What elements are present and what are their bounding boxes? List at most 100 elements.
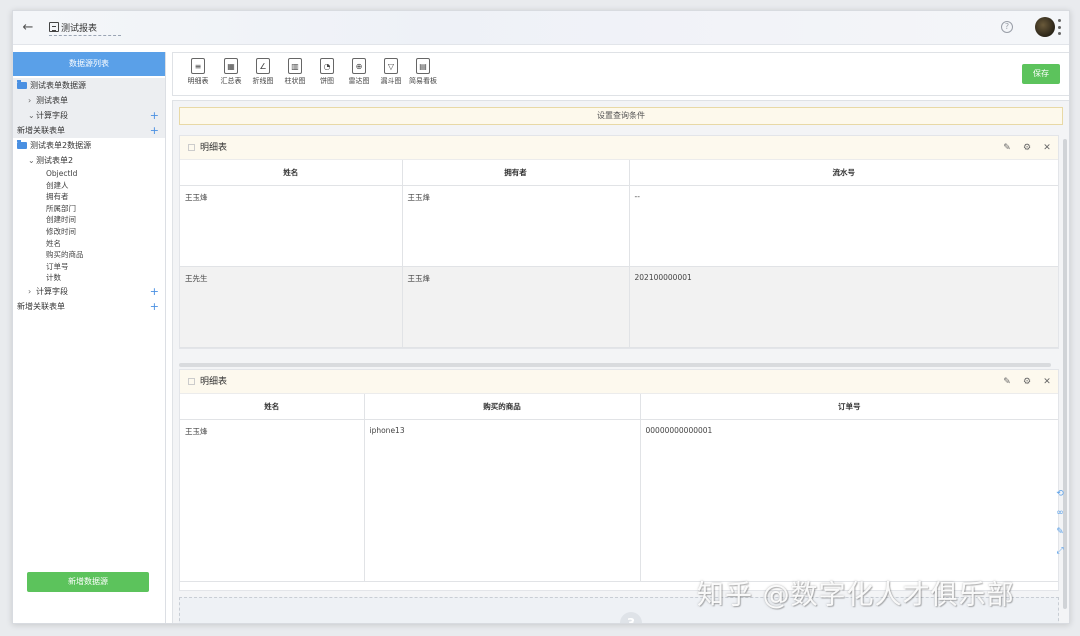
- component-toolbar: ≡ 明细表 ▦ 汇总表 ∠ 折线图 ▥ 柱状图 ◔ 饼图 ⊕ 雷达图 ▽ 漏斗图 ▤ 简易看板 保存: [172, 52, 1069, 96]
- table-cell[interactable]: 王玉烽: [402, 185, 630, 267]
- tree-item-label: 测试表单数据源: [30, 81, 86, 90]
- tree-item[interactable]: 新增关联表单 +: [13, 299, 165, 314]
- gear-icon[interactable]: ⚙: [1022, 377, 1032, 387]
- toolbar-tool-4[interactable]: ▥ 柱状图: [280, 58, 310, 86]
- tree-item[interactable]: 测试表单数据源: [13, 78, 165, 93]
- column-header[interactable]: 购买的商品: [364, 394, 641, 420]
- chevron-down-icon[interactable]: ⌄: [28, 153, 36, 168]
- expand-icon[interactable]: ⤢: [1053, 546, 1067, 565]
- horizontal-scrollbar[interactable]: [179, 363, 1051, 367]
- field-item[interactable]: 拥有者: [13, 191, 165, 203]
- edit-note-icon[interactable]: ✎: [1053, 527, 1067, 546]
- add-icon[interactable]: +: [150, 299, 159, 314]
- app-window: ← 测试报表 ? 数据源列表 测试表单数据源 › 测试表单 ⌄计算字段 + 新增关联表单 +…: [12, 10, 1070, 624]
- chevron-right-icon[interactable]: ›: [28, 284, 36, 299]
- field-item[interactable]: 创建时间: [13, 214, 165, 226]
- add-icon[interactable]: +: [150, 123, 159, 138]
- field-item[interactable]: 创建人: [13, 180, 165, 192]
- toolbar-tool-6[interactable]: ⊕ 雷达图: [344, 58, 374, 86]
- folder-icon: [17, 80, 27, 89]
- detail-table-panel-2[interactable]: 明细表 ✎ ⚙ ✕ 姓名 购买的商品 订单号 王玉烽 iphone13 00000000…: [179, 369, 1059, 591]
- table-cell[interactable]: 202100000001: [629, 266, 1058, 348]
- table-cell[interactable]: 王玉烽: [402, 266, 630, 348]
- report-canvas: 设置查询条件 明细表 ✎ ⚙ ✕ 姓名 拥有者 流水号 王玉烽 王玉烽 -- 王先生 王玉烽…: [172, 100, 1069, 623]
- add-datasource-button[interactable]: 新增数据源: [27, 572, 149, 592]
- dropzone-number: 3: [620, 612, 642, 623]
- panel-title: 明细表: [200, 377, 228, 387]
- tree-item[interactable]: ⌄测试表单2: [13, 153, 165, 168]
- field-item[interactable]: 购买的商品: [13, 249, 165, 261]
- report-title[interactable]: 测试报表: [49, 20, 121, 36]
- report-icon: [49, 22, 59, 32]
- datasource-list-title: 数据源列表: [13, 52, 165, 76]
- chevron-right-icon[interactable]: ›: [28, 93, 36, 108]
- field-item[interactable]: 姓名: [13, 238, 165, 250]
- field-item[interactable]: 所属部门: [13, 203, 165, 215]
- column-header[interactable]: 订单号: [640, 394, 1058, 420]
- toolbar-tool-3[interactable]: ∠ 折线图: [248, 58, 278, 86]
- report-title-text[interactable]: 测试报表: [61, 21, 121, 34]
- field-item[interactable]: 修改时间: [13, 226, 165, 238]
- funnel-chart-icon: ▽: [384, 58, 398, 74]
- add-icon[interactable]: +: [150, 108, 159, 123]
- table-cell[interactable]: 王玉烽: [180, 185, 403, 267]
- edit-icon[interactable]: ✎: [1002, 377, 1012, 387]
- query-conditions-bar[interactable]: 设置查询条件: [179, 107, 1063, 125]
- summary-table-icon: ▦: [224, 58, 238, 74]
- table-row[interactable]: 王玉烽 iphone13 00000000000001: [180, 419, 1058, 582]
- chevron-down-icon[interactable]: ⌄: [28, 108, 36, 123]
- tree-item[interactable]: ⌄计算字段 +: [13, 108, 165, 123]
- column-header[interactable]: 流水号: [629, 160, 1058, 186]
- toolbar-tool-label: 折线图: [252, 77, 274, 85]
- tree-item[interactable]: › 计算字段 +: [13, 284, 165, 299]
- table-cell[interactable]: iphone13: [364, 419, 641, 582]
- tree-item-label: 新增关联表单: [17, 126, 65, 135]
- folder-icon: [17, 140, 27, 149]
- detail-table-panel-1[interactable]: 明细表 ✎ ⚙ ✕ 姓名 拥有者 流水号 王玉烽 王玉烽 -- 王先生 王玉烽 2021000…: [179, 135, 1059, 349]
- tree-item-label: 测试表单: [36, 96, 68, 105]
- column-header[interactable]: 姓名: [180, 394, 365, 420]
- toolbar-tool-label: 汇总表: [220, 77, 242, 85]
- dashboard-icon: ▤: [416, 58, 430, 74]
- datasource-tree: 测试表单数据源 › 测试表单 ⌄计算字段 + 新增关联表单 + 测试表单2数据源 ⌄测试表单2 O…: [13, 76, 165, 314]
- toolbar-tool-8[interactable]: ▤ 简易看板: [408, 58, 438, 86]
- panel-checkbox[interactable]: [188, 144, 195, 151]
- panel-header: 明细表 ✎ ⚙ ✕: [180, 370, 1058, 394]
- edit-icon[interactable]: ✎: [1002, 143, 1012, 153]
- add-icon[interactable]: +: [150, 284, 159, 299]
- close-icon[interactable]: ✕: [1042, 143, 1052, 153]
- toolbar-tool-5[interactable]: ◔ 饼图: [312, 58, 342, 86]
- column-header[interactable]: 姓名: [180, 160, 403, 186]
- tree-item[interactable]: 测试表单2数据源: [13, 138, 165, 153]
- back-button[interactable]: ←: [19, 19, 37, 37]
- field-item[interactable]: 计数: [13, 272, 165, 284]
- field-item[interactable]: ObjectId: [13, 168, 165, 180]
- tree-item-label: 测试表单2: [36, 156, 74, 165]
- field-item[interactable]: 订单号: [13, 261, 165, 273]
- table-cell[interactable]: 王先生: [180, 266, 403, 348]
- help-icon[interactable]: ?: [1001, 21, 1013, 33]
- tree-item[interactable]: › 测试表单: [13, 93, 165, 108]
- gear-icon[interactable]: ⚙: [1022, 143, 1032, 153]
- refresh-icon[interactable]: ⟲: [1053, 489, 1067, 508]
- table-row[interactable]: 王先生 王玉烽 202100000001: [180, 266, 1058, 348]
- avatar[interactable]: [1035, 17, 1055, 37]
- save-button[interactable]: 保存: [1022, 64, 1060, 84]
- close-icon[interactable]: ✕: [1042, 377, 1052, 387]
- table-row[interactable]: 王玉烽 王玉烽 --: [180, 185, 1058, 267]
- more-menu-icon[interactable]: [1057, 19, 1061, 35]
- link-icon[interactable]: ∞: [1053, 508, 1067, 527]
- detail-table: 姓名 购买的商品 订单号 王玉烽 iphone13 00000000000001: [180, 394, 1058, 582]
- table-cell[interactable]: 00000000000001: [640, 419, 1058, 582]
- panel-checkbox[interactable]: [188, 378, 195, 385]
- tree-item[interactable]: 新增关联表单 +: [13, 123, 165, 138]
- toolbar-tool-2[interactable]: ▦ 汇总表: [216, 58, 246, 86]
- table-cell[interactable]: 王玉烽: [180, 419, 365, 582]
- column-header[interactable]: 拥有者: [402, 160, 630, 186]
- toolbar-tool-1[interactable]: ≡ 明细表: [183, 58, 213, 86]
- toolbar-tool-7[interactable]: ▽ 漏斗图: [376, 58, 406, 86]
- top-header: ← 测试报表 ?: [13, 11, 1069, 45]
- table-cell[interactable]: --: [629, 185, 1058, 267]
- tree-item-label: 测试表单2数据源: [30, 141, 92, 150]
- toolbar-tool-label: 雷达图: [348, 77, 370, 85]
